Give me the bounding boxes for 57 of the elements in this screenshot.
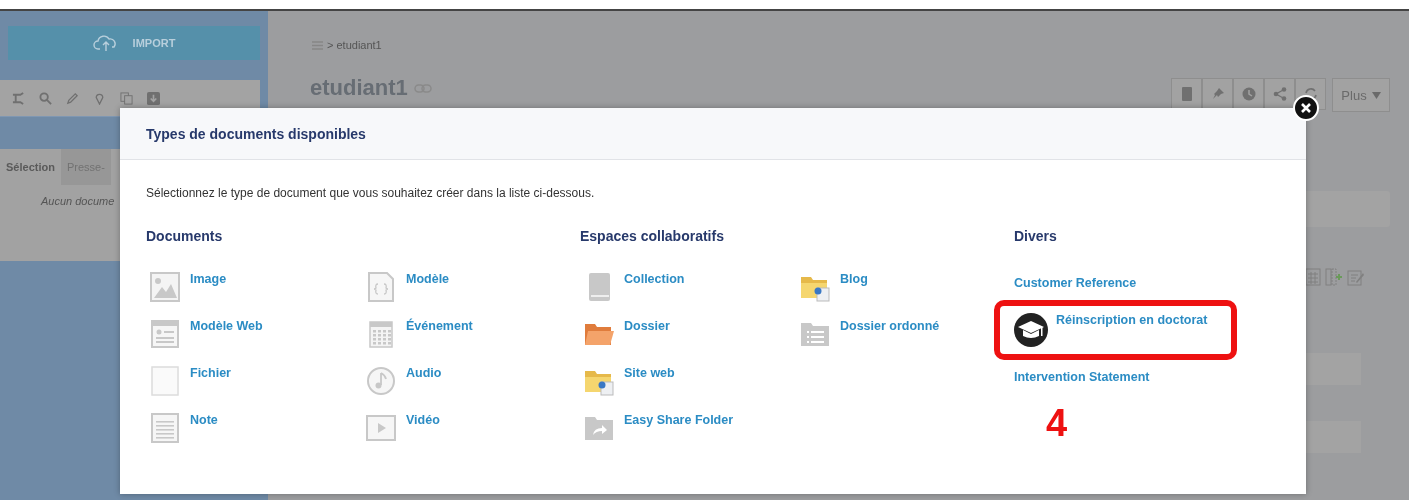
share-button[interactable] (1264, 78, 1295, 110)
document-type-link[interactable]: Événement (406, 319, 473, 333)
section-heading: Divers (1014, 228, 1058, 244)
search-icon[interactable] (39, 91, 52, 105)
document-type-link[interactable]: Fichier (190, 366, 231, 380)
play-icon (366, 413, 396, 443)
graduation-cap-icon (1014, 313, 1048, 347)
document-type-link[interactable]: Modèle Web (190, 319, 263, 333)
breadcrumb[interactable]: > etudiant1 (327, 39, 382, 51)
pin-icon[interactable] (93, 91, 106, 105)
document-type-link[interactable]: Vidéo (406, 413, 440, 427)
shuffle-icon[interactable] (12, 91, 25, 105)
empty-message: Aucun docume (41, 195, 116, 207)
browser-window-icon (150, 319, 180, 349)
document-type-link[interactable]: Easy Share Folder (624, 413, 734, 427)
pin-button[interactable] (1202, 78, 1233, 110)
add-column-icon (1325, 268, 1343, 286)
more-button[interactable]: Plus (1332, 78, 1390, 112)
section-heading: Documents (146, 228, 224, 244)
download-icon[interactable] (147, 91, 160, 105)
book-button[interactable] (1171, 78, 1202, 110)
document-type-link[interactable]: Note (190, 413, 218, 427)
document-type-link[interactable]: Réinscription en doctorat (1056, 313, 1208, 327)
document-type-link[interactable]: Site web (624, 366, 675, 380)
edit-table-icon (1347, 268, 1365, 286)
section-heading: Espaces collaboratifs (580, 228, 725, 244)
clock-button[interactable] (1233, 78, 1264, 110)
document-type-link[interactable]: Customer Reference (1014, 276, 1137, 290)
cloud-upload-icon (92, 33, 119, 53)
copy-icon[interactable] (120, 91, 133, 105)
note-page-icon (150, 413, 180, 443)
clock-icon (1241, 87, 1256, 101)
code-file-icon (366, 272, 396, 302)
caret-icon (1371, 91, 1381, 99)
refresh-icon (1303, 87, 1318, 101)
document-type-link[interactable]: Audio (406, 366, 442, 380)
menu-icon[interactable] (312, 40, 323, 50)
calendar-icon (366, 319, 396, 349)
music-note-icon (366, 366, 396, 396)
dialog-title: Types de documents disponibles (146, 125, 366, 142)
table-icon (1305, 268, 1321, 286)
share-icon (1272, 87, 1287, 101)
document-type-link[interactable]: Dossier ordonné (840, 319, 940, 333)
document-type-link[interactable]: Dossier (624, 319, 670, 333)
document-type-link[interactable]: Image (190, 272, 227, 286)
document-type-link[interactable]: Blog (840, 272, 868, 286)
document-type-link[interactable]: Modèle (406, 272, 450, 286)
document-type-link[interactable]: Intervention Statement (1014, 370, 1150, 384)
blank-page-icon (150, 366, 180, 396)
book-icon (1179, 87, 1194, 101)
step-number: 4 (1046, 402, 1069, 445)
document-type-link[interactable]: Collection (624, 272, 685, 286)
dialog-instructions: Sélectionnez le type de document que vous souhaitez créer dans la liste ci-dessous. (146, 186, 596, 200)
import-button[interactable]: IMPORT (8, 26, 260, 60)
image-icon (150, 272, 180, 302)
pencil-icon[interactable] (66, 91, 79, 105)
pin-icon (1210, 87, 1225, 101)
